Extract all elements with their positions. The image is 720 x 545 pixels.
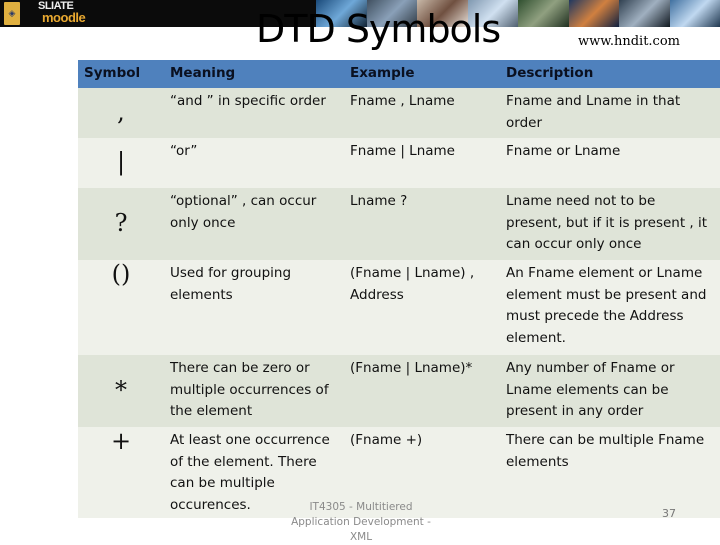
header-meaning: Meaning — [164, 60, 344, 88]
header-example: Example — [344, 60, 500, 88]
page-number: 37 — [662, 507, 676, 520]
meaning-cell: Used for grouping elements — [164, 260, 344, 355]
dtd-symbols-table: Symbol Meaning Example Description , “an… — [78, 60, 720, 518]
example-cell: Fname | Lname — [344, 138, 500, 188]
symbol-cell: + — [78, 427, 164, 518]
table-row: , “and ” in specific order Fname , Lname… — [78, 88, 720, 138]
description-cell: Fname and Lname in that order — [500, 88, 720, 138]
description-cell: There can be multiple Fname elements — [500, 427, 720, 518]
example-cell: Lname ? — [344, 188, 500, 260]
header-description: Description — [500, 60, 720, 88]
symbol-cell: , — [78, 88, 164, 138]
sliate-moodle-logo: SLIATE moodle — [38, 1, 86, 25]
symbol-cell: ? — [78, 188, 164, 260]
description-cell: Fname or Lname — [500, 138, 720, 188]
meaning-cell: “or” — [164, 138, 344, 188]
footer-course-name: IT4305 - Multitiered Application Develop… — [291, 501, 431, 543]
table-row: ? “optional” , can occur only once Lname… — [78, 188, 720, 260]
slide-title: DTD Symbols — [256, 7, 501, 51]
example-cell: (Fname | Lname)* — [344, 355, 500, 427]
description-cell: An Fname element or Lname element must b… — [500, 260, 720, 355]
meaning-cell: “optional” , can occur only once — [164, 188, 344, 260]
table-row: | “or” Fname | Lname Fname or Lname — [78, 138, 720, 188]
symbol-cell: () — [78, 260, 164, 355]
logo-line2: moodle — [42, 10, 86, 25]
shield-emblem-icon: ◈ — [4, 2, 20, 25]
table-row: () Used for grouping elements (Fname | L… — [78, 260, 720, 355]
symbol-cell: | — [78, 138, 164, 188]
site-url: www.hndit.com — [578, 34, 680, 49]
table-row: * There can be zero or multiple occurren… — [78, 355, 720, 427]
description-cell: Any number of Fname or Lname elements ca… — [500, 355, 720, 427]
description-cell: Lname need not to be present, but if it … — [500, 188, 720, 260]
example-cell: Fname , Lname — [344, 88, 500, 138]
meaning-cell: “and ” in specific order — [164, 88, 344, 138]
meaning-cell: There can be zero or multiple occurrence… — [164, 355, 344, 427]
symbol-cell: * — [78, 355, 164, 427]
table-header-row: Symbol Meaning Example Description — [78, 60, 720, 88]
header-symbol: Symbol — [78, 60, 164, 88]
example-cell: (Fname | Lname) , Address — [344, 260, 500, 355]
